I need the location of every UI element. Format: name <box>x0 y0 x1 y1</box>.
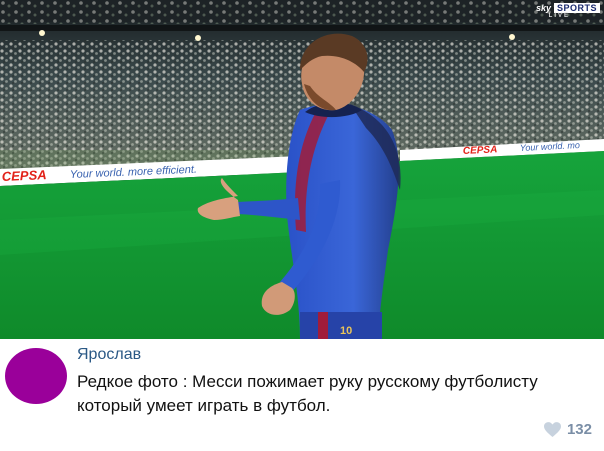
shorts-number: 10 <box>340 325 352 337</box>
football-photo: CEPSA Your world. more efficient. CEPSA … <box>0 0 604 339</box>
stadium-light <box>195 35 201 41</box>
ad-left-brand: CEPSA <box>1 167 46 184</box>
likes-count: 132 <box>566 421 592 438</box>
broadcast-logo-sports: SPORTS <box>553 3 600 13</box>
photo-scene: CEPSA Your world. more efficient. CEPSA … <box>0 0 604 339</box>
comment-text: Редкое фото : Месси пожимает руку русско… <box>77 372 538 415</box>
likes-button[interactable]: 132 <box>543 421 592 438</box>
broadcast-logo-sky: sky <box>535 3 551 13</box>
broadcast-logo-live: LIVE <box>548 13 570 19</box>
avatar[interactable] <box>5 348 67 404</box>
heart-icon <box>543 422 561 437</box>
stadium-light <box>39 30 45 36</box>
stadium-light <box>509 34 515 40</box>
comment-author[interactable]: Ярослав <box>77 346 141 364</box>
ad-right-brand: CEPSA <box>463 144 498 157</box>
comment: Ярослав Редкое фото : Месси пожимает рук… <box>0 339 604 451</box>
broadcast-logo: sky SPORTS LIVE <box>535 1 600 19</box>
